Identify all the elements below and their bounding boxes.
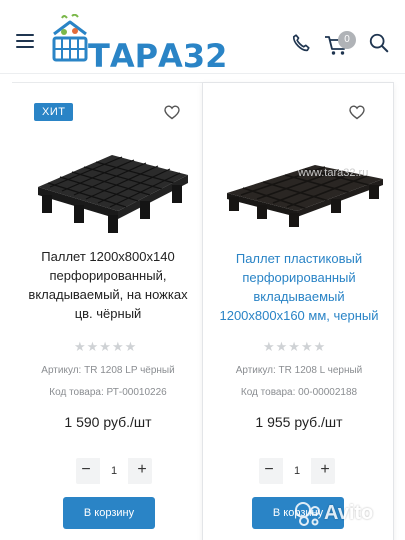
- phone-icon[interactable]: [290, 32, 312, 54]
- quantity-input[interactable]: 1: [100, 458, 128, 484]
- hit-badge: ХИТ: [34, 103, 74, 121]
- qty-plus-button[interactable]: +: [315, 458, 335, 484]
- rating-stars: ★★★★★: [263, 339, 327, 354]
- product-card[interactable]: www.tara32.ru Паллет пластиковый перфори…: [202, 82, 394, 540]
- site-header: ТАРА32 0: [0, 0, 405, 74]
- favorite-heart-icon[interactable]: [164, 105, 180, 120]
- product-title[interactable]: Паллет 1200х800х140 перфорированный, вкл…: [26, 247, 190, 323]
- quantity-input[interactable]: 1: [283, 458, 311, 484]
- avito-text: Avito: [324, 502, 374, 524]
- product-title[interactable]: Паллет пластиковый перфорированный вклад…: [211, 249, 387, 325]
- quantity-stepper: − 1 +: [259, 458, 335, 484]
- avito-logo-icon: [295, 502, 320, 526]
- product-price: 1 590 руб./шт: [64, 414, 152, 430]
- product-code: Код товара: 00-00002188: [240, 387, 358, 398]
- product-code: Код товара: РТ-00010226: [49, 387, 167, 398]
- product-sku: Артикул: TR 1208 L черный: [235, 365, 363, 376]
- image-watermark: www.tara32.ru: [298, 167, 369, 179]
- add-to-cart-button[interactable]: В корзину: [63, 497, 155, 529]
- favorite-heart-icon[interactable]: [349, 105, 365, 120]
- menu-icon[interactable]: [16, 34, 34, 48]
- qty-minus-button[interactable]: −: [76, 458, 96, 484]
- site-logo[interactable]: ТАРА32: [48, 14, 227, 72]
- product-card[interactable]: ХИТ Паллет 1200х800х140 перфорированный,…: [12, 82, 204, 540]
- product-price: 1 955 руб./шт: [255, 414, 343, 430]
- logo-basket-icon: [52, 14, 88, 62]
- pallet-image[interactable]: [213, 135, 385, 235]
- logo-text: ТАРА32: [88, 37, 228, 75]
- search-icon[interactable]: [368, 32, 390, 54]
- product-sku: Артикул: TR 1208 LP чёрный: [41, 365, 175, 376]
- rating-stars: ★★★★★: [74, 339, 138, 354]
- qty-plus-button[interactable]: +: [132, 458, 152, 484]
- pallet-image[interactable]: [22, 135, 194, 235]
- avito-watermark: Avito: [294, 500, 398, 528]
- qty-minus-button[interactable]: −: [259, 458, 279, 484]
- cart-count-badge[interactable]: 0: [338, 31, 356, 49]
- quantity-stepper: − 1 +: [76, 458, 152, 484]
